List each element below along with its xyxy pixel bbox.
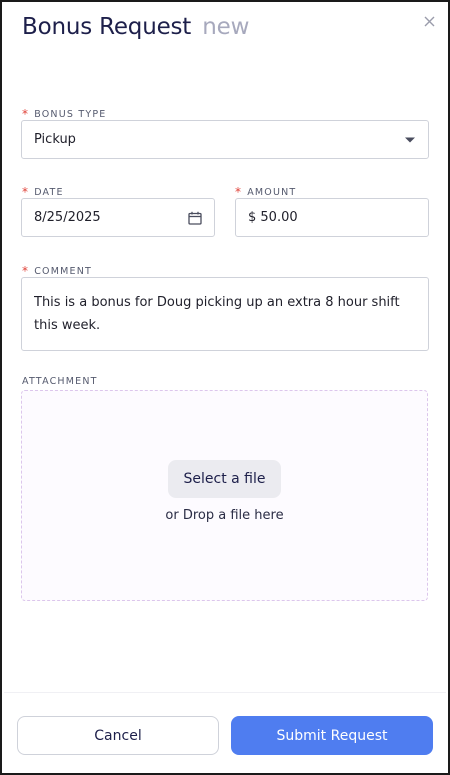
select-file-button[interactable]: Select a file <box>168 460 281 498</box>
date-input[interactable]: 8/25/2025 <box>21 198 215 237</box>
bonus-type-label-text: BONUS TYPE <box>34 109 107 120</box>
bonus-type-label: * BONUS TYPE <box>22 106 107 121</box>
required-marker: * <box>235 185 243 199</box>
comment-label: * COMMENT <box>22 263 93 278</box>
required-marker: * <box>22 185 30 199</box>
date-label: * DATE <box>22 184 64 199</box>
amount-label: * AMOUNT <box>235 184 297 199</box>
date-value: 8/25/2025 <box>34 210 101 225</box>
bonus-type-value: Pickup <box>34 132 76 147</box>
file-dropzone[interactable]: Select a file or Drop a file here <box>21 390 428 601</box>
amount-input[interactable]: $ 50.00 <box>235 198 429 237</box>
submit-request-button[interactable]: Submit Request <box>231 716 433 755</box>
attachment-label-text: ATTACHMENT <box>22 376 98 387</box>
required-marker: * <box>22 107 30 121</box>
comment-textarea[interactable]: This is a bonus for Doug picking up an e… <box>21 277 429 351</box>
chevron-down-icon <box>405 137 415 142</box>
dialog-title: Bonus Request new <box>22 14 249 40</box>
amount-value: $ 50.00 <box>248 210 298 225</box>
calendar-icon[interactable] <box>188 211 202 225</box>
cancel-button[interactable]: Cancel <box>17 716 219 755</box>
dialog-title-text: Bonus Request <box>22 14 192 40</box>
attachment-label: ATTACHMENT <box>22 376 98 387</box>
amount-label-text: AMOUNT <box>247 187 297 198</box>
bonus-request-dialog: Bonus Request new * BONUS TYPE Pickup * DA… <box>0 0 450 775</box>
comment-value: This is a bonus for Doug picking up an e… <box>34 295 400 333</box>
bonus-type-select[interactable]: Pickup <box>21 120 429 159</box>
comment-label-text: COMMENT <box>34 266 93 277</box>
required-marker: * <box>22 264 30 278</box>
footer-divider <box>4 692 446 693</box>
close-icon <box>424 16 434 26</box>
date-label-text: DATE <box>34 187 64 198</box>
close-button[interactable] <box>420 12 438 30</box>
status-tag: new <box>202 14 250 40</box>
drop-file-hint: or Drop a file here <box>165 508 284 523</box>
